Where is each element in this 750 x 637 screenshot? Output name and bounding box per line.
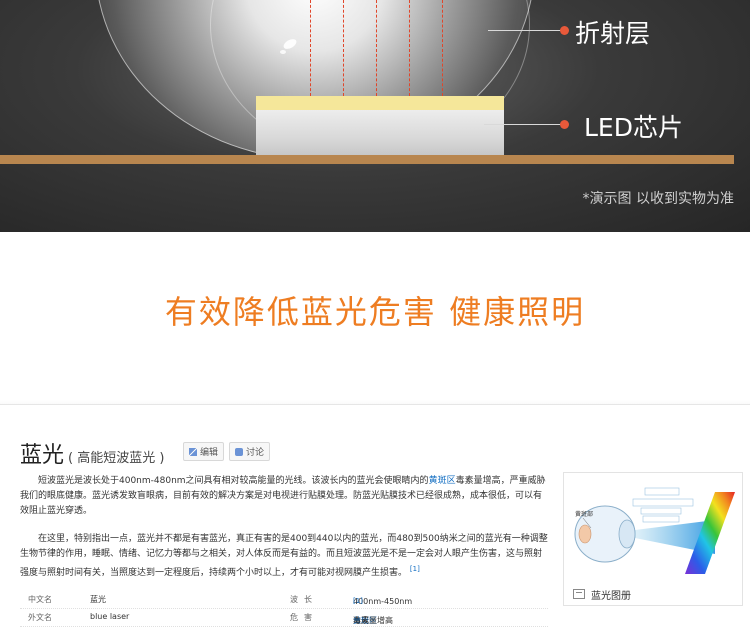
info-key-harm: 危害 bbox=[290, 613, 318, 622]
slogan-heading: 有效降低蓝光危害 健康照明 bbox=[164, 293, 586, 331]
figure-caption-row[interactable]: 蓝光图册 bbox=[563, 582, 743, 606]
light-ray bbox=[376, 0, 377, 96]
phosphor-layer bbox=[256, 96, 504, 110]
edit-button[interactable]: 编辑 bbox=[183, 442, 225, 461]
album-icon bbox=[573, 589, 585, 599]
hero-banner: 折射层 LED芯片 *演示图 以收到实物为准 bbox=[0, 0, 750, 232]
summary-paragraph-1: 短波蓝光是波长处于400nm-480nm之间具有相对较高能量的光线。该波长内的蓝… bbox=[20, 474, 548, 519]
discuss-button-label: 讨论 bbox=[246, 448, 265, 458]
figure-caption: 蓝光图册 bbox=[591, 590, 631, 602]
chat-bubble-icon bbox=[235, 447, 243, 456]
reference-link[interactable]: [1] bbox=[410, 565, 420, 573]
discuss-button[interactable]: 讨论 bbox=[229, 442, 271, 461]
summary-paragraph-2: 在这里，特别指出一点，蓝光并不都是有害蓝光，真正有害的是400到440以内的蓝光… bbox=[20, 532, 548, 581]
led-chip bbox=[256, 110, 504, 156]
info-row: 外文名 blue laser 危害 造成 黄斑区 毒素量增高 bbox=[20, 609, 548, 627]
leader-dot-refraction bbox=[560, 26, 569, 35]
label-led-chip: LED芯片 bbox=[584, 113, 683, 142]
macula-label: 黄斑部 bbox=[575, 510, 593, 518]
label-refraction-layer: 折射层 bbox=[575, 19, 651, 48]
demo-disclaimer: *演示图 以收到实物为准 bbox=[582, 191, 734, 207]
edit-button-label: 编辑 bbox=[200, 448, 219, 458]
leader-dot-chip bbox=[560, 120, 569, 129]
light-ray bbox=[409, 0, 410, 96]
dome-glint bbox=[280, 50, 286, 54]
entry-title: 蓝光 bbox=[20, 443, 65, 468]
info-key-en-name: 外文名 bbox=[28, 613, 52, 622]
leader-line-chip bbox=[484, 124, 564, 125]
light-ray bbox=[310, 0, 311, 96]
light-ray bbox=[343, 0, 344, 96]
harm-text-b: 毒素量增高 bbox=[353, 616, 393, 625]
info-val-cn-name: 蓝光 bbox=[90, 595, 106, 604]
circuit-board bbox=[0, 155, 734, 164]
para2-text: 在这里，特别指出一点，蓝光并不都是有害蓝光，真正有害的是400到440以内的蓝光… bbox=[20, 534, 548, 578]
para1-text-a: 短波蓝光是波长处于400nm-480nm之间具有相对较高能量的光线。该波长内的蓝… bbox=[38, 476, 429, 486]
diagram-boxes bbox=[632, 487, 694, 523]
eye-spectrum-figure[interactable]: 黄斑部 bbox=[565, 474, 741, 580]
entry-subtitle: ( 高能短波蓝光 ) bbox=[68, 451, 165, 466]
macula-link[interactable]: 黄斑区 bbox=[429, 476, 456, 486]
info-table: 中文名 蓝光 波长 400nm-450nm [1] 外文名 blue laser… bbox=[20, 591, 548, 627]
light-ray bbox=[442, 0, 443, 96]
leader-line-refraction bbox=[488, 30, 564, 31]
pencil-icon bbox=[189, 447, 197, 456]
info-row: 中文名 蓝光 波长 400nm-450nm [1] bbox=[20, 591, 548, 609]
info-key-wavelength: 波长 bbox=[290, 595, 318, 604]
wavelength-reference-link[interactable]: [1] bbox=[353, 597, 363, 605]
info-key-cn-name: 中文名 bbox=[28, 595, 52, 604]
info-val-en-name: blue laser bbox=[90, 612, 130, 621]
entry-title-row: 蓝光 ( 高能短波蓝光 ) bbox=[20, 437, 164, 469]
